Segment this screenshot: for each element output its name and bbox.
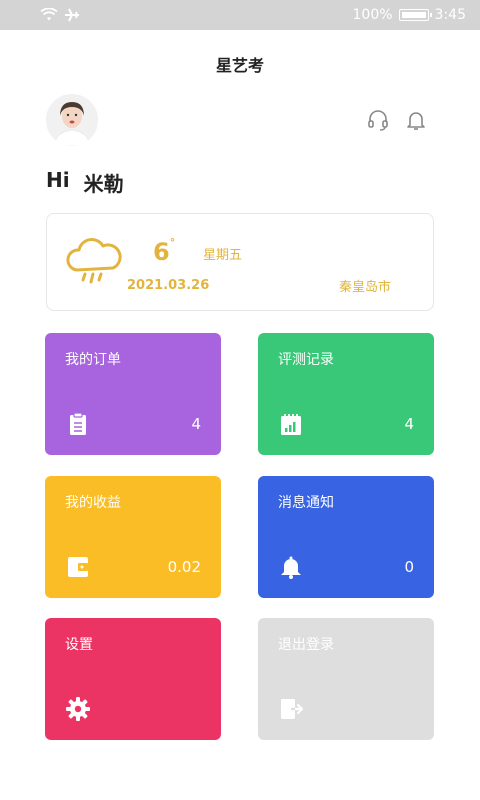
- settings-card[interactable]: 设置: [45, 618, 221, 740]
- weather-city: 秦皇岛市: [339, 280, 392, 295]
- avatar[interactable]: [46, 94, 98, 146]
- card-count: 4: [191, 415, 201, 433]
- notification-bell-icon[interactable]: [404, 108, 428, 132]
- card-label: 我的收益: [65, 495, 121, 511]
- weather-card[interactable]: 6° 星期五 2021.03.26 秦皇岛市: [46, 213, 434, 311]
- bell-icon: [278, 554, 304, 580]
- card-label: 设置: [65, 637, 93, 653]
- airplane-icon: [64, 7, 80, 26]
- battery-icon: [398, 9, 432, 21]
- clock: 3:45: [434, 7, 466, 23]
- battery-level: 100%: [352, 7, 393, 23]
- page-title: 星艺考: [215, 56, 264, 75]
- exit-door-icon: [278, 696, 304, 722]
- weather-weekday: 星期五: [203, 248, 243, 263]
- weather-temperature: 6°: [153, 236, 176, 266]
- wifi-icon: [40, 7, 58, 26]
- card-count: 4: [404, 415, 414, 433]
- evaluation-records-card[interactable]: 评测记录 4: [258, 333, 434, 455]
- clipboard-icon: [65, 411, 91, 437]
- my-earnings-card[interactable]: 我的收益 0.02: [45, 476, 221, 598]
- greeting-hi: Hi: [46, 168, 70, 192]
- card-label: 我的订单: [65, 352, 121, 368]
- message-notifications-card[interactable]: 消息通知 0: [258, 476, 434, 598]
- gear-icon: [65, 696, 91, 722]
- chart-notebook-icon: [278, 411, 304, 437]
- status-bar: 100% 3:45: [0, 0, 480, 30]
- logout-card[interactable]: 退出登录: [258, 618, 434, 740]
- wallet-icon: [65, 554, 91, 580]
- weather-date: 2021.03.26: [127, 278, 210, 293]
- card-label: 评测记录: [278, 352, 334, 368]
- card-label: 退出登录: [278, 637, 334, 653]
- greeting: Hi 米勒: [46, 168, 124, 197]
- card-count: 0: [404, 558, 414, 576]
- card-label: 消息通知: [278, 495, 334, 511]
- user-name: 米勒: [83, 172, 124, 196]
- my-orders-card[interactable]: 我的订单 4: [45, 333, 221, 455]
- card-count: 0.02: [167, 558, 201, 576]
- rain-cloud-icon: [65, 236, 123, 290]
- headset-icon[interactable]: [366, 108, 390, 132]
